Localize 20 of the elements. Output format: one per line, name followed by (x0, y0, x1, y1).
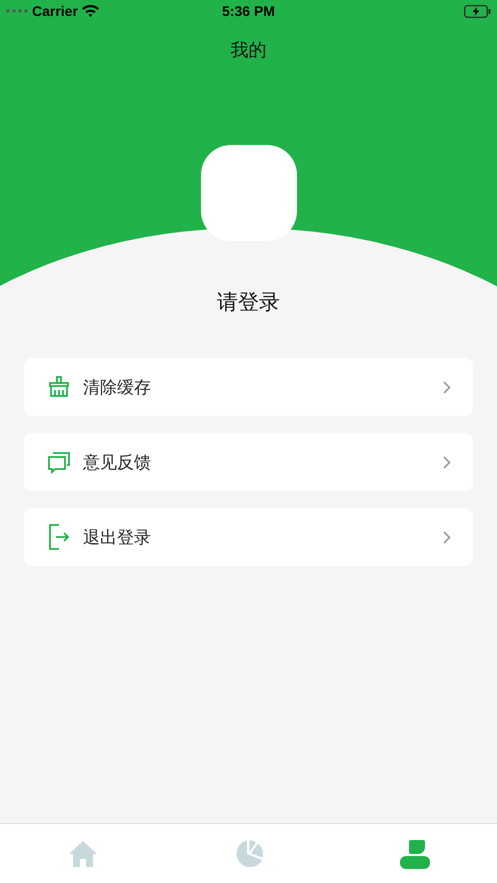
broom-icon (47, 375, 71, 399)
chat-bubbles-icon (47, 450, 71, 474)
menu-item[interactable]: 退出登录 (24, 508, 473, 566)
status-time: 5:36 PM (221, 3, 276, 19)
login-prompt[interactable]: 请登录 (0, 289, 497, 317)
battery-charging-icon (464, 4, 491, 18)
menu-item[interactable]: 清除缓存 (24, 358, 473, 416)
home-icon[interactable] (68, 840, 98, 868)
chevron-right-icon (443, 530, 451, 544)
avatar[interactable] (200, 145, 296, 241)
menu-item[interactable]: 意见反馈 (24, 433, 473, 491)
wifi-icon (82, 5, 99, 17)
exit-icon (48, 524, 70, 550)
chevron-right-icon (443, 456, 451, 468)
page-title: 我的 (230, 39, 268, 62)
carrier-label: Carrier (32, 3, 78, 19)
signal-icon (6, 9, 28, 13)
pie-chart-icon[interactable] (234, 838, 264, 868)
user-icon[interactable] (397, 838, 432, 868)
chevron-right-icon (443, 380, 451, 394)
